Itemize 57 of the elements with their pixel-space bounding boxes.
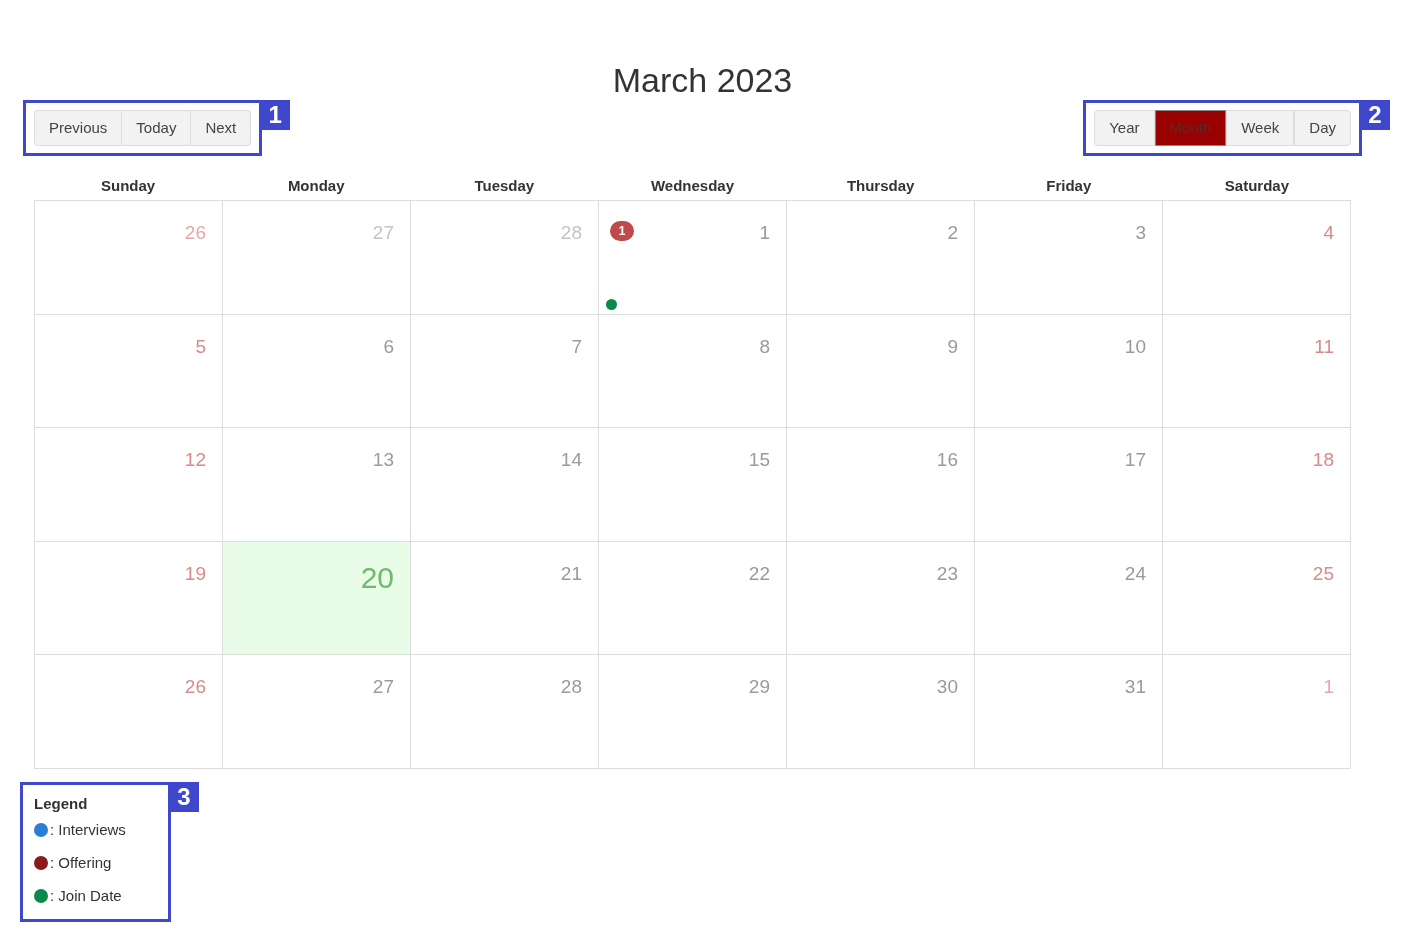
- day-number: 27: [372, 675, 394, 699]
- day-number: 15: [748, 448, 770, 472]
- weekday-header: Monday: [287, 175, 345, 196]
- weekday-header: Tuesday: [474, 175, 535, 196]
- day-number: 21: [560, 561, 582, 586]
- day-number: 10: [1124, 334, 1146, 359]
- weekday-header: Thursday: [846, 175, 915, 196]
- day-number: 9: [947, 334, 958, 359]
- calendar-title: March 2023: [612, 60, 793, 101]
- day-number: 24: [1124, 561, 1146, 586]
- nav-button[interactable]: Previous: [34, 110, 123, 146]
- day-number: 29: [748, 675, 770, 699]
- view-tab[interactable]: Week: [1226, 110, 1295, 146]
- day-number: 18: [1312, 448, 1334, 472]
- day-number: 8: [759, 334, 770, 359]
- legend-title: Legend: [34, 793, 89, 814]
- day-number: 14: [560, 448, 582, 472]
- day-number: 30: [936, 675, 958, 699]
- day-number: 28: [560, 221, 582, 245]
- weekday-header: Sunday: [100, 175, 156, 196]
- day-number: 31: [1124, 675, 1146, 699]
- day-number: 19: [184, 561, 206, 586]
- day-number: 1: [759, 221, 770, 245]
- day-number: 4: [1323, 221, 1334, 245]
- day-number: 3: [1135, 221, 1146, 245]
- nav-button[interactable]: Next: [191, 110, 252, 146]
- day-number: 2: [947, 221, 958, 245]
- day-number: 12: [184, 448, 206, 472]
- day-number: 1: [1323, 675, 1334, 699]
- day-number: 22: [748, 561, 770, 586]
- day-number: 5: [195, 334, 206, 359]
- nav-button[interactable]: Today: [122, 110, 192, 146]
- legend-label: : Interviews: [50, 819, 126, 840]
- day-number: 20: [360, 559, 394, 596]
- view-tab[interactable]: Year: [1094, 110, 1155, 146]
- day-number: 11: [1314, 334, 1334, 359]
- day-number: 23: [936, 561, 958, 586]
- legend-label: : Offering: [50, 852, 112, 873]
- event-count-badge[interactable]: 1: [610, 221, 634, 241]
- weekday-header: Friday: [1046, 175, 1092, 196]
- day-number: 16: [936, 448, 958, 472]
- day-number: 26: [184, 675, 206, 699]
- day-number: 25: [1312, 561, 1334, 586]
- callout-number: 3: [169, 781, 199, 812]
- weekday-header: Saturday: [1224, 175, 1289, 196]
- day-number: 7: [571, 334, 582, 359]
- legend-label: : Join Date: [50, 885, 122, 906]
- day-number: 26: [184, 221, 206, 245]
- day-number: 6: [383, 334, 394, 359]
- view-tab[interactable]: Day: [1294, 110, 1351, 146]
- weekday-header: Wednesday: [650, 175, 735, 196]
- callout-number: 1: [260, 100, 291, 130]
- day-number: 28: [560, 675, 582, 699]
- day-number: 13: [372, 448, 394, 472]
- day-number: 17: [1124, 448, 1146, 472]
- day-number: 27: [372, 221, 394, 245]
- callout-number: 2: [1360, 100, 1390, 130]
